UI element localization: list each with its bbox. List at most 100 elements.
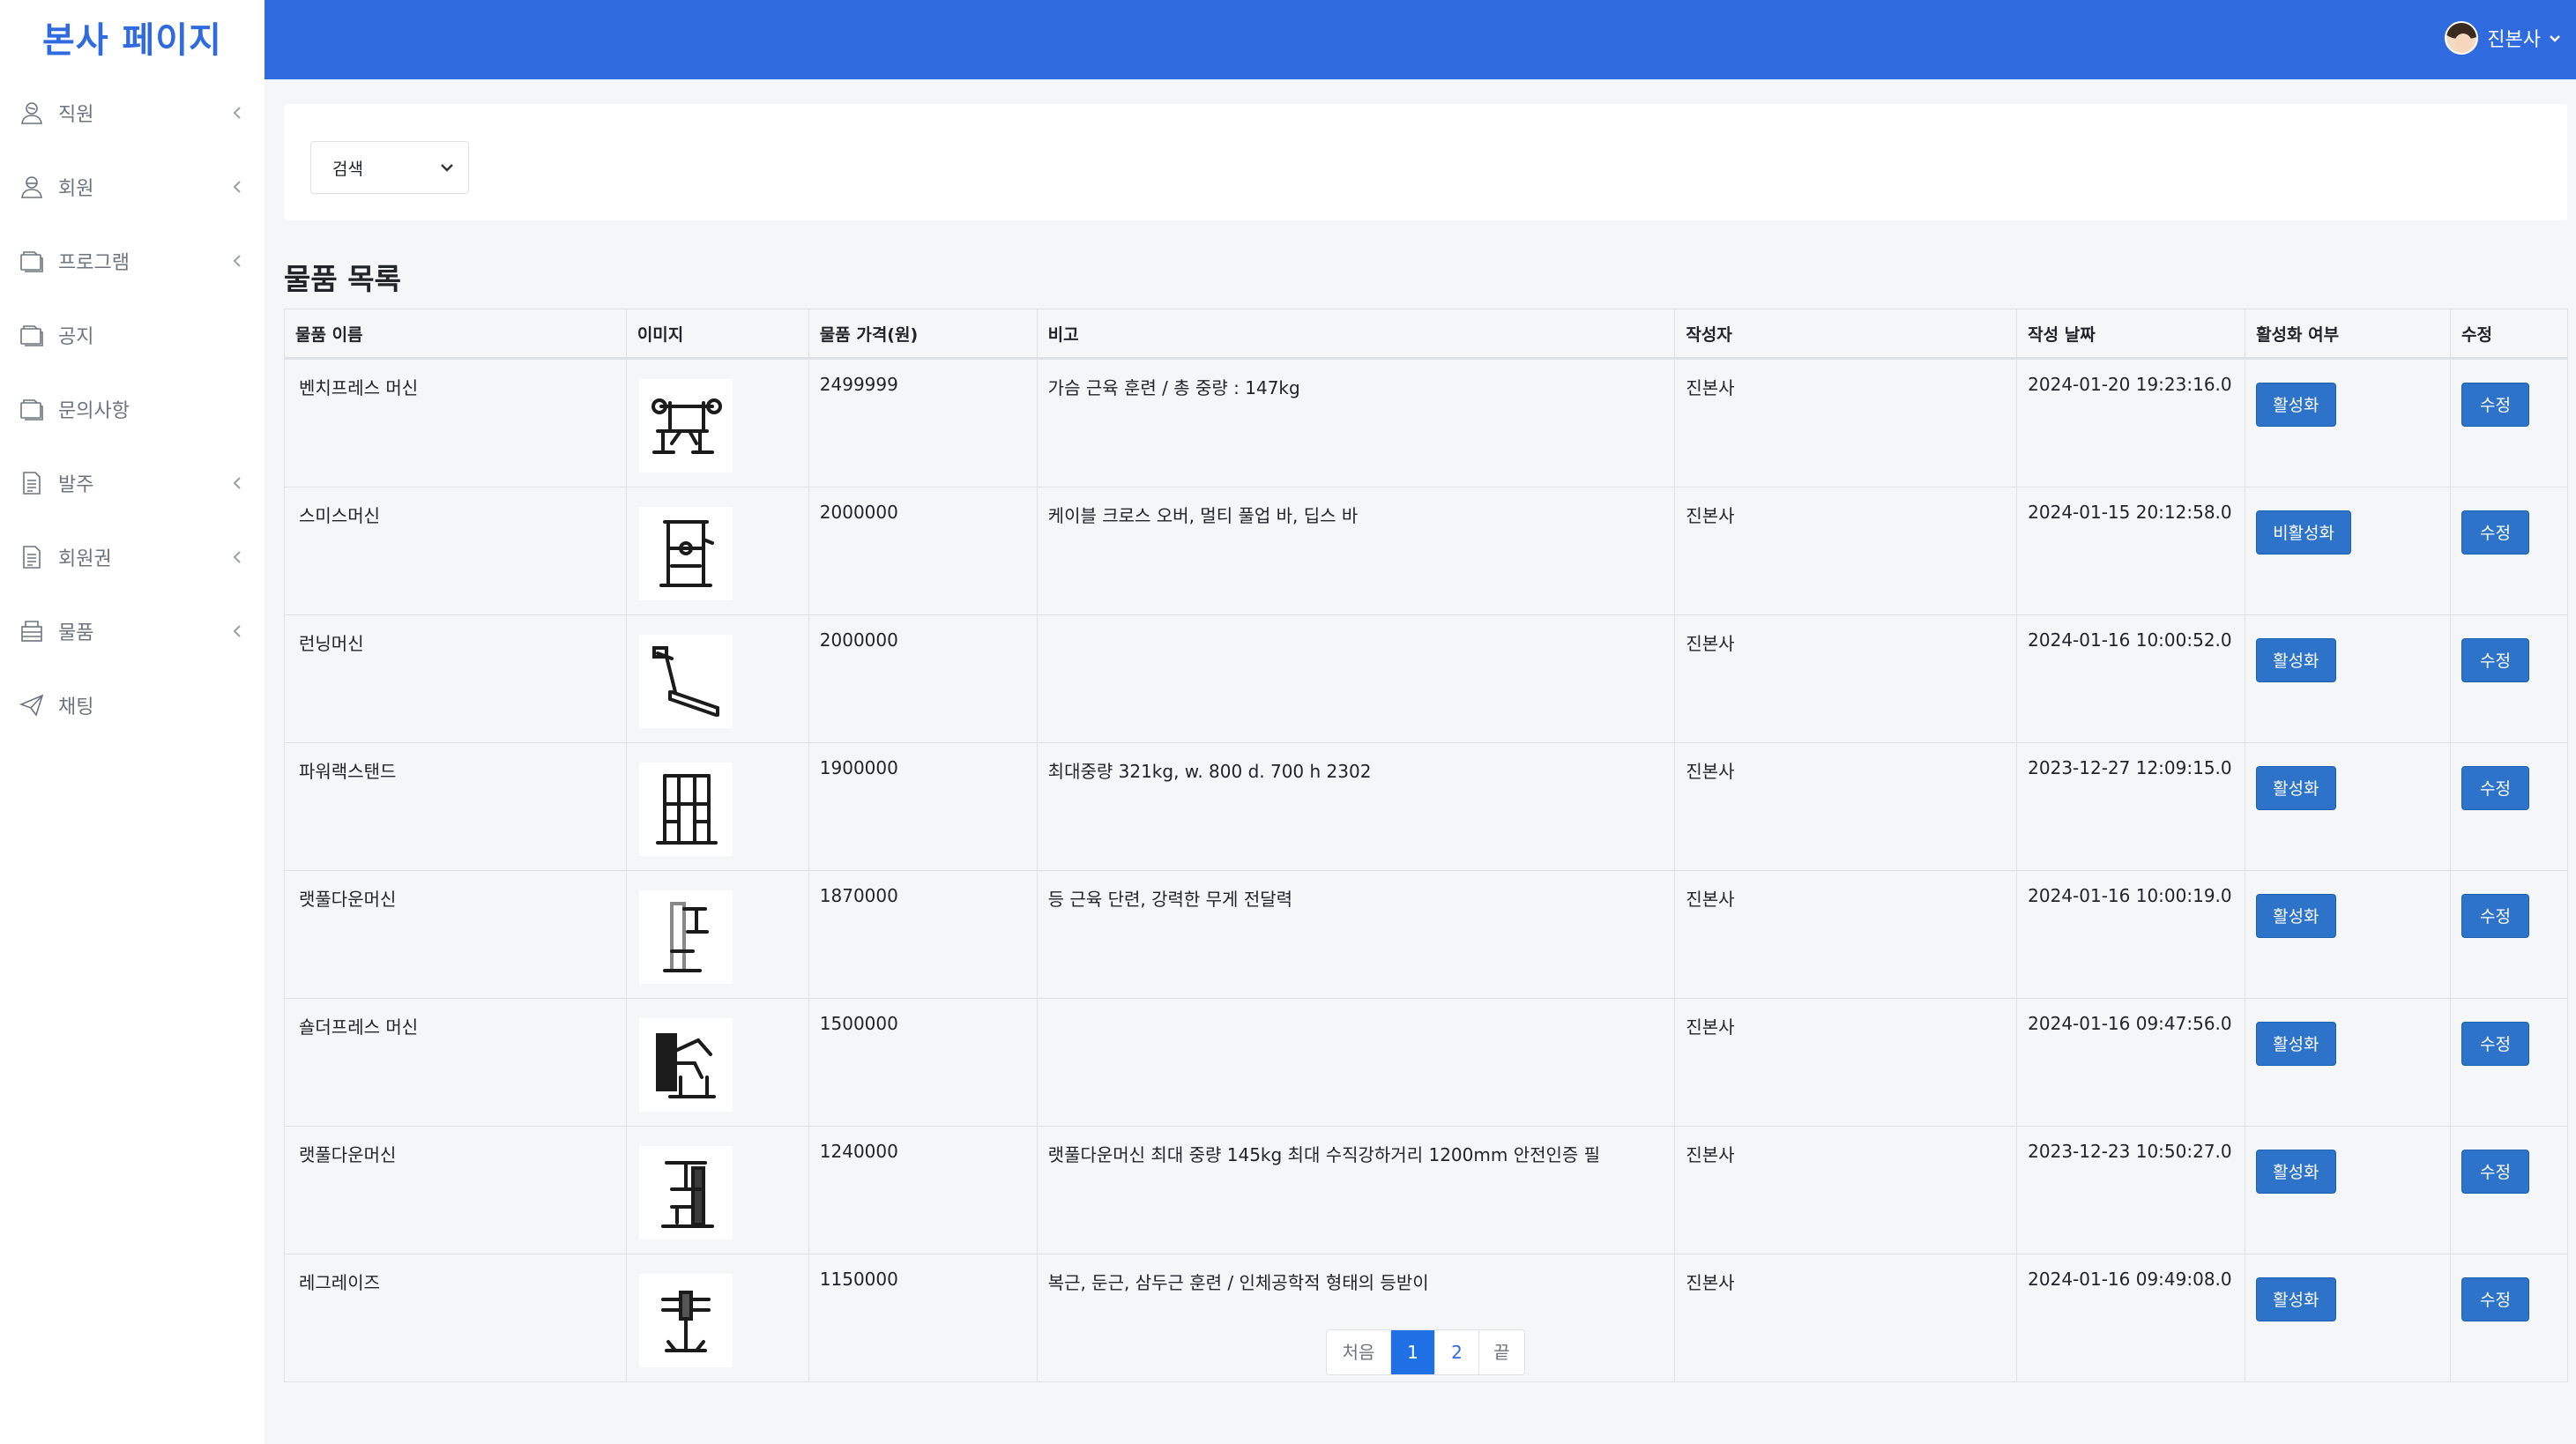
- status-toggle-button[interactable]: 활성화: [2256, 638, 2336, 682]
- goods-note: 최대중량 321kg, w. 800 d. 700 h 2302: [1036, 742, 1676, 871]
- table-row: 벤치프레스 머신 2499999 가슴 근육 훈련 / 총 중량 : 147kg…: [284, 358, 2569, 488]
- column-header: 작성 날짜: [2016, 309, 2246, 360]
- table-header-row: 물품 이름 이미지 물품 가격(원) 비고 작성자 작성 날짜 활성화 여부 수…: [284, 309, 2569, 360]
- sidebar-item-notice[interactable]: 공지: [0, 298, 264, 372]
- folder-icon: [18, 321, 46, 349]
- edit-button[interactable]: 수정: [2461, 766, 2529, 810]
- user-menu[interactable]: 진본사: [2445, 21, 2562, 55]
- sidebar-item-label: 회원: [58, 178, 94, 200]
- brand[interactable]: 본사 페이지: [0, 0, 264, 74]
- column-header: 이미지: [625, 309, 809, 360]
- goods-price: 1900000: [808, 742, 1038, 871]
- goods-date: 2024-01-16 09:47:56.0: [2016, 998, 2246, 1127]
- goods-author: 진본사: [1674, 742, 2018, 871]
- goods-date: 2023-12-23 10:50:27.0: [2016, 1126, 2246, 1254]
- leg-raise-image: [638, 1274, 733, 1367]
- table-row: 랫풀다운머신 1240000 랫풀다운머신 최대 중량 145kg 최대 수직강…: [284, 1126, 2569, 1254]
- send-icon: [18, 691, 46, 719]
- chevron-left-icon: [229, 475, 245, 491]
- sidebar-item-label: 채팅: [58, 696, 94, 718]
- page-title: 물품 목록: [284, 262, 401, 296]
- column-header: 물품 가격(원): [808, 309, 1038, 360]
- box-icon: [18, 617, 46, 645]
- goods-note: [1036, 998, 1676, 1127]
- sidebar-item-staff[interactable]: 직원: [0, 76, 264, 150]
- goods-price: 1240000: [808, 1126, 1038, 1254]
- goods-date: 2023-12-27 12:09:15.0: [2016, 742, 2246, 871]
- column-header: 물품 이름: [284, 309, 627, 360]
- sidebar-item-goods[interactable]: 물품: [0, 594, 264, 668]
- column-header: 활성화 여부: [2245, 309, 2451, 360]
- goods-date: 2024-01-15 20:12:58.0: [2016, 487, 2246, 615]
- sidebar-item-member[interactable]: 회원: [0, 150, 264, 224]
- chevron-left-icon: [229, 179, 245, 195]
- status-toggle-button[interactable]: 활성화: [2256, 766, 2336, 810]
- goods-author: 진본사: [1674, 1126, 2018, 1254]
- status-toggle-button[interactable]: 활성화: [2256, 1277, 2336, 1321]
- page-button-1[interactable]: 1: [1390, 1330, 1434, 1374]
- edit-button[interactable]: 수정: [2461, 383, 2529, 427]
- edit-button[interactable]: 수정: [2461, 894, 2529, 938]
- document-icon: [18, 469, 46, 497]
- edit-button[interactable]: 수정: [2461, 1022, 2529, 1066]
- sidebar-item-chat[interactable]: 채팅: [0, 668, 264, 742]
- goods-date: 2024-01-16 09:49:08.0: [2016, 1254, 2246, 1382]
- goods-name: 스미스머신: [284, 487, 627, 615]
- edit-button[interactable]: 수정: [2461, 1150, 2529, 1194]
- goods-price: 2000000: [808, 487, 1038, 615]
- table-row: 랫풀다운머신 1870000 등 근육 단련, 강력한 무게 전달력 진본사 2…: [284, 870, 2569, 999]
- page-button-2[interactable]: 2: [1434, 1330, 1478, 1374]
- edit-button[interactable]: 수정: [2461, 510, 2529, 555]
- edit-button[interactable]: 수정: [2461, 638, 2529, 682]
- status-toggle-button[interactable]: 활성화: [2256, 894, 2336, 938]
- page-last-button[interactable]: 끝: [1478, 1330, 1524, 1374]
- sidebar-item-label: 프로그램: [58, 252, 130, 274]
- staff-icon: [18, 99, 46, 127]
- goods-note: 랫풀다운머신 최대 중량 145kg 최대 수직강하거리 1200mm 안전인증…: [1036, 1126, 1676, 1254]
- status-toggle-button[interactable]: 활성화: [2256, 383, 2336, 427]
- chevron-left-icon: [229, 105, 245, 121]
- goods-price: 2000000: [808, 614, 1038, 743]
- sidebar-item-order[interactable]: 발주: [0, 446, 264, 520]
- goods-note: 케이블 크로스 오버, 멀티 풀업 바, 딥스 바: [1036, 487, 1676, 615]
- sidebar-item-label: 직원: [58, 104, 94, 126]
- goods-note: 등 근육 단련, 강력한 무게 전달력: [1036, 870, 1676, 999]
- goods-author: 진본사: [1674, 870, 2018, 999]
- folder-icon: [18, 395, 46, 423]
- sidebar-item-membership[interactable]: 회원권: [0, 520, 264, 594]
- goods-name: 랫풀다운머신: [284, 870, 627, 999]
- goods-name: 파워랙스탠드: [284, 742, 627, 871]
- status-toggle-button[interactable]: 비활성화: [2256, 510, 2351, 555]
- search-select[interactable]: 검색: [310, 141, 469, 194]
- sidebar-item-label: 공지: [58, 326, 94, 348]
- goods-name: 레그레이즈: [284, 1254, 627, 1382]
- user-name[interactable]: 진본사: [2487, 24, 2541, 52]
- table-row: 스미스머신 2000000 케이블 크로스 오버, 멀티 풀업 바, 딥스 바 …: [284, 487, 2569, 615]
- goods-author: 진본사: [1674, 614, 2018, 743]
- chevron-down-icon: [441, 164, 453, 172]
- lat-pulldown-image: [638, 890, 733, 984]
- chevron-left-icon: [229, 549, 245, 565]
- goods-author: 진본사: [1674, 998, 2018, 1127]
- status-toggle-button[interactable]: 활성화: [2256, 1022, 2336, 1066]
- goods-date: 2024-01-20 19:23:16.0: [2016, 358, 2246, 488]
- goods-note: [1036, 614, 1676, 743]
- sidebar-item-label: 회원권: [58, 548, 112, 570]
- sidebar-item-inquiry[interactable]: 문의사항: [0, 372, 264, 446]
- goods-date: 2024-01-16 10:00:52.0: [2016, 614, 2246, 743]
- chevron-down-icon[interactable]: [2548, 31, 2562, 45]
- goods-price: 1870000: [808, 870, 1038, 999]
- page-first-button[interactable]: 처음: [1327, 1330, 1390, 1374]
- status-toggle-button[interactable]: 활성화: [2256, 1150, 2336, 1194]
- sidebar-nav: 직원 회원 프로그램 공지 문의사항 발주 회원권 물품 채팅: [0, 76, 264, 742]
- sidebar-item-label: 발주: [58, 474, 94, 496]
- sidebar-item-program[interactable]: 프로그램: [0, 224, 264, 298]
- sidebar-item-label: 물품: [58, 622, 94, 644]
- brand-title[interactable]: 본사 페이지: [42, 11, 222, 63]
- edit-button[interactable]: 수정: [2461, 1277, 2529, 1321]
- member-icon: [18, 173, 46, 201]
- table-row: 숄더프레스 머신 1500000 진본사 2024-01-16 09:47:56…: [284, 998, 2569, 1127]
- goods-table: 물품 이름 이미지 물품 가격(원) 비고 작성자 작성 날짜 활성화 여부 수…: [284, 309, 2569, 1382]
- column-header: 비고: [1036, 309, 1676, 360]
- goods-author: 진본사: [1674, 487, 2018, 615]
